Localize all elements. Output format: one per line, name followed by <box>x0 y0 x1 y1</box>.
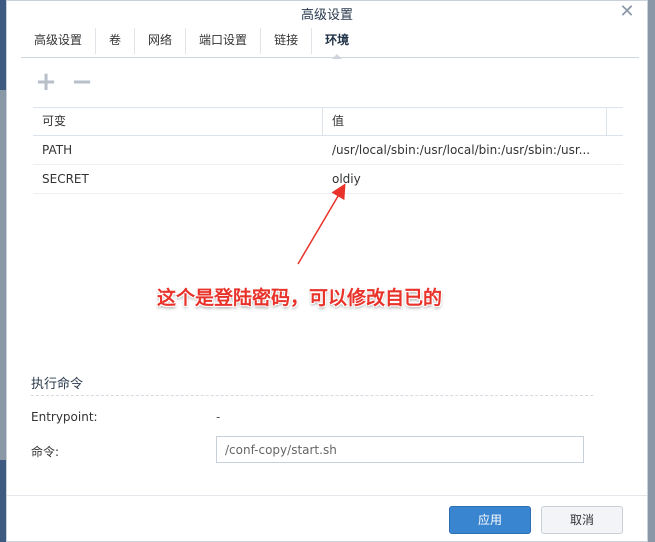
env-toolbar: + − <box>35 69 93 95</box>
cancel-button[interactable]: 取消 <box>541 506 623 534</box>
backdrop <box>0 460 6 542</box>
tab-port-settings[interactable]: 端口设置 <box>186 28 262 54</box>
tab-network[interactable]: 网络 <box>135 28 187 54</box>
plus-icon[interactable]: + <box>35 69 57 95</box>
exec-section-title: 执行命令 <box>31 377 84 392</box>
dialog-title: 高级设置 <box>300 8 353 23</box>
env-value-cell: oldiy <box>332 172 361 186</box>
column-header-variable[interactable]: 可变 <box>33 108 323 135</box>
env-name-cell: PATH <box>42 143 73 157</box>
env-value-cell: /usr/local/sbin:/usr/local/bin:/usr/sbin… <box>332 143 591 157</box>
tab-links[interactable]: 链接 <box>261 28 313 54</box>
minus-icon[interactable]: − <box>71 69 93 95</box>
tab-advanced-settings[interactable]: 高级设置 <box>21 28 97 54</box>
entrypoint-value: - <box>216 410 221 424</box>
env-variable-table: 可变 值 PATH /usr/local/sbin:/usr/local/bin… <box>33 107 623 194</box>
footer-divider <box>7 495 647 496</box>
column-header-value[interactable]: 值 <box>323 108 607 135</box>
apply-button[interactable]: 应用 <box>449 506 531 534</box>
advanced-settings-dialog: 高级设置 ✕ 高级设置 卷 网络 端口设置 链接 环境 + − 可变 值 PAT… <box>6 0 648 542</box>
tab-bar: 高级设置 卷 网络 端口设置 链接 环境 <box>21 28 362 54</box>
table-row[interactable]: PATH /usr/local/sbin:/usr/local/bin:/usr… <box>33 136 623 165</box>
table-row[interactable]: SECRET oldiy <box>33 165 623 194</box>
section-divider <box>31 395 593 396</box>
command-input[interactable] <box>216 436 584 463</box>
table-header: 可变 值 <box>33 107 623 136</box>
entrypoint-label: Entrypoint: <box>31 410 98 424</box>
env-name-cell: SECRET <box>42 172 89 186</box>
annotation-text: 这个是登陆密码，可以修改自已的 <box>157 287 443 309</box>
tab-volume[interactable]: 卷 <box>96 28 136 54</box>
close-icon[interactable]: ✕ <box>617 2 637 22</box>
command-label: 命令: <box>31 445 60 459</box>
dialog-titlebar: 高级设置 ✕ <box>7 1 647 25</box>
tab-environment[interactable]: 环境 <box>312 28 362 54</box>
tab-divider <box>21 57 639 58</box>
